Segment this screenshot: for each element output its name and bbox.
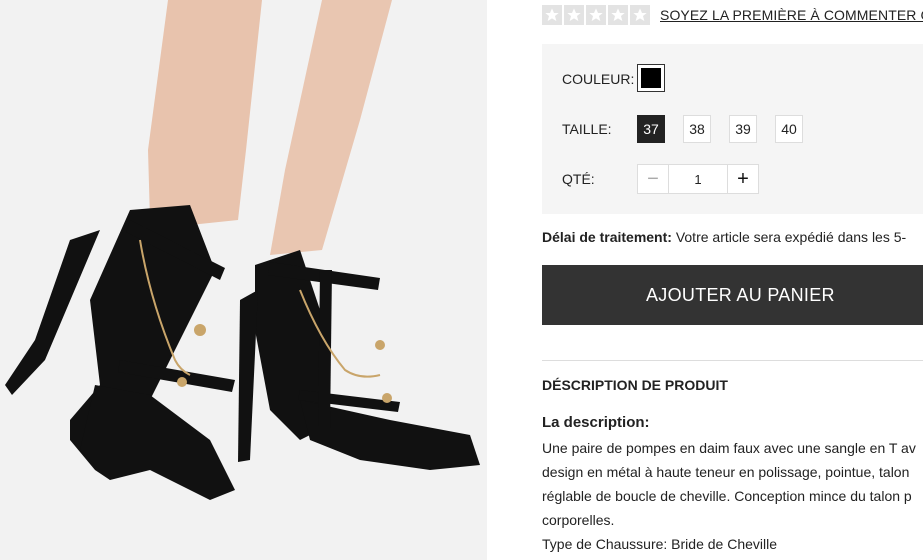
star-icon <box>630 5 650 25</box>
product-options: COULEUR: TAILLE: 37 38 39 40 QTÉ: − 1 + <box>542 44 923 214</box>
star-icon <box>586 5 606 25</box>
description-line: corporelles. <box>542 512 615 528</box>
description-subtitle: La description: <box>542 414 650 431</box>
quantity-increase-button[interactable]: + <box>727 165 758 193</box>
processing-time: Délai de traitement: Votre article sera … <box>542 229 906 245</box>
processing-time-text: Votre article sera expédié dans les 5- <box>671 229 907 245</box>
size-option-40[interactable]: 40 <box>775 115 803 143</box>
color-label: COULEUR: <box>562 71 635 87</box>
star-icon <box>542 5 562 25</box>
description-line: Type de Chaussure: Bride de Cheville <box>542 536 778 552</box>
size-option-39[interactable]: 39 <box>729 115 757 143</box>
color-swatch-fill <box>641 68 661 88</box>
rating-row: SOYEZ LA PREMIÈRE À COMMENTER CET <box>542 4 923 26</box>
write-review-link[interactable]: SOYEZ LA PREMIÈRE À COMMENTER CET <box>660 7 923 23</box>
black-heels-illustration <box>0 0 487 560</box>
description-line: Une paire de pompes en daim faux avec un… <box>542 440 916 456</box>
description-line: réglable de boucle de cheville. Concepti… <box>542 488 912 504</box>
star-icon <box>608 5 628 25</box>
rating-stars <box>542 5 650 25</box>
description-line: design en métal à haute teneur en poliss… <box>542 464 910 480</box>
size-option-38[interactable]: 38 <box>683 115 711 143</box>
color-swatch-black[interactable] <box>637 64 665 92</box>
star-icon <box>564 5 584 25</box>
quantity-label: QTÉ: <box>562 171 595 187</box>
add-to-cart-button[interactable]: AJOUTER AU PANIER <box>542 265 923 325</box>
description-section-title[interactable]: DÉSCRIPTION DE PRODUIT <box>542 377 728 393</box>
divider <box>542 360 923 361</box>
quantity-decrease-button[interactable]: − <box>638 165 669 193</box>
product-image <box>0 0 487 560</box>
quantity-stepper: − 1 + <box>637 164 759 194</box>
size-option-37[interactable]: 37 <box>637 115 665 143</box>
quantity-input[interactable]: 1 <box>669 165 727 193</box>
size-label: TAILLE: <box>562 121 612 137</box>
description-text: Une paire de pompes en daim faux avec un… <box>542 436 923 556</box>
processing-time-label: Délai de traitement: <box>542 229 672 245</box>
